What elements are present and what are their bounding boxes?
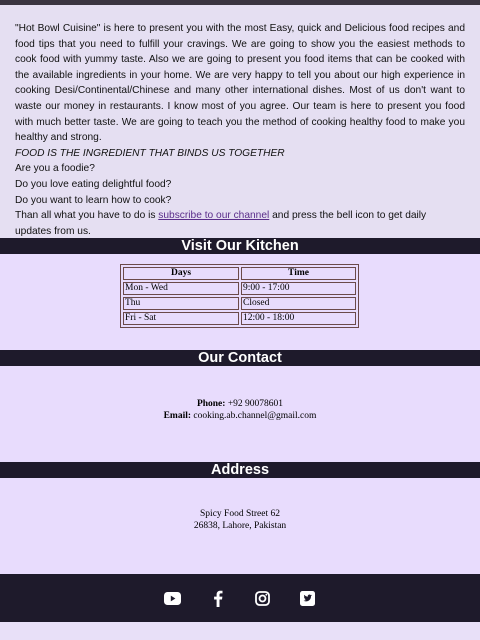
table-row: Fri - Sat 12:00 - 18:00 — [123, 312, 356, 325]
tagline: FOOD IS THE INGREDIENT THAT BINDS US TOG… — [15, 147, 285, 159]
phone-number: +92 90078601 — [225, 399, 284, 409]
email-line: Email: cooking.ab.channel@gmail.com — [0, 410, 480, 422]
table-row: Mon - Wed 9:00 - 17:00 — [123, 282, 356, 295]
table-row: Thu Closed — [123, 297, 356, 310]
table-cell-day: Thu — [123, 297, 239, 310]
table-cell-day: Fri - Sat — [123, 312, 239, 325]
address-section: Spicy Food Street 62 26838, Lahore, Paki… — [0, 478, 480, 574]
table-header-row: Days Time — [123, 267, 356, 280]
table-cell-time: Closed — [241, 297, 356, 310]
table-cell-day: Mon - Wed — [123, 282, 239, 295]
phone-label: Phone: — [196, 399, 226, 409]
table-header-days: Days — [123, 267, 239, 280]
question-3: Do you want to learn how to cook? — [15, 194, 172, 206]
instagram-icon[interactable] — [253, 589, 272, 608]
email-label: Email: — [163, 411, 192, 421]
cta-text-before: Than all what you have to do is — [15, 210, 159, 222]
subscribe-call-to-action: Than all what you have to do is subscrib… — [15, 208, 465, 239]
intro-section: "Hot Bowl Cuisine" is here to present yo… — [0, 5, 480, 238]
address-heading: Address — [0, 462, 480, 478]
address-line-2: 26838, Lahore, Pakistan — [193, 520, 287, 531]
table-cell-time: 9:00 - 17:00 — [241, 282, 356, 295]
contact-heading: Our Contact — [0, 350, 480, 366]
twitter-icon[interactable] — [298, 589, 317, 608]
question-1: Are you a foodie? — [15, 163, 95, 175]
subscribe-link[interactable]: subscribe to our channel — [158, 210, 269, 221]
question-2: Do you love eating delightful food? — [15, 178, 172, 190]
footer — [0, 574, 480, 622]
address-line-1: Spicy Food Street 62 — [200, 509, 280, 519]
kitchen-heading: Visit Our Kitchen — [0, 238, 480, 254]
kitchen-section: Days Time Mon - Wed 9:00 - 17:00 Thu Clo… — [0, 254, 480, 350]
phone-line: Phone: +92 90078601 — [0, 398, 480, 410]
email-address: cooking.ab.channel@gmail.com — [191, 411, 317, 421]
table-header-time: Time — [241, 267, 356, 280]
table-cell-time: 12:00 - 18:00 — [241, 312, 356, 325]
contact-section: Phone: +92 90078601 Email: cooking.ab.ch… — [0, 366, 480, 462]
opening-hours-table: Days Time Mon - Wed 9:00 - 17:00 Thu Clo… — [120, 264, 359, 328]
facebook-icon[interactable] — [208, 589, 227, 608]
youtube-icon[interactable] — [163, 589, 182, 608]
intro-paragraph: "Hot Bowl Cuisine" is here to present yo… — [15, 23, 465, 144]
